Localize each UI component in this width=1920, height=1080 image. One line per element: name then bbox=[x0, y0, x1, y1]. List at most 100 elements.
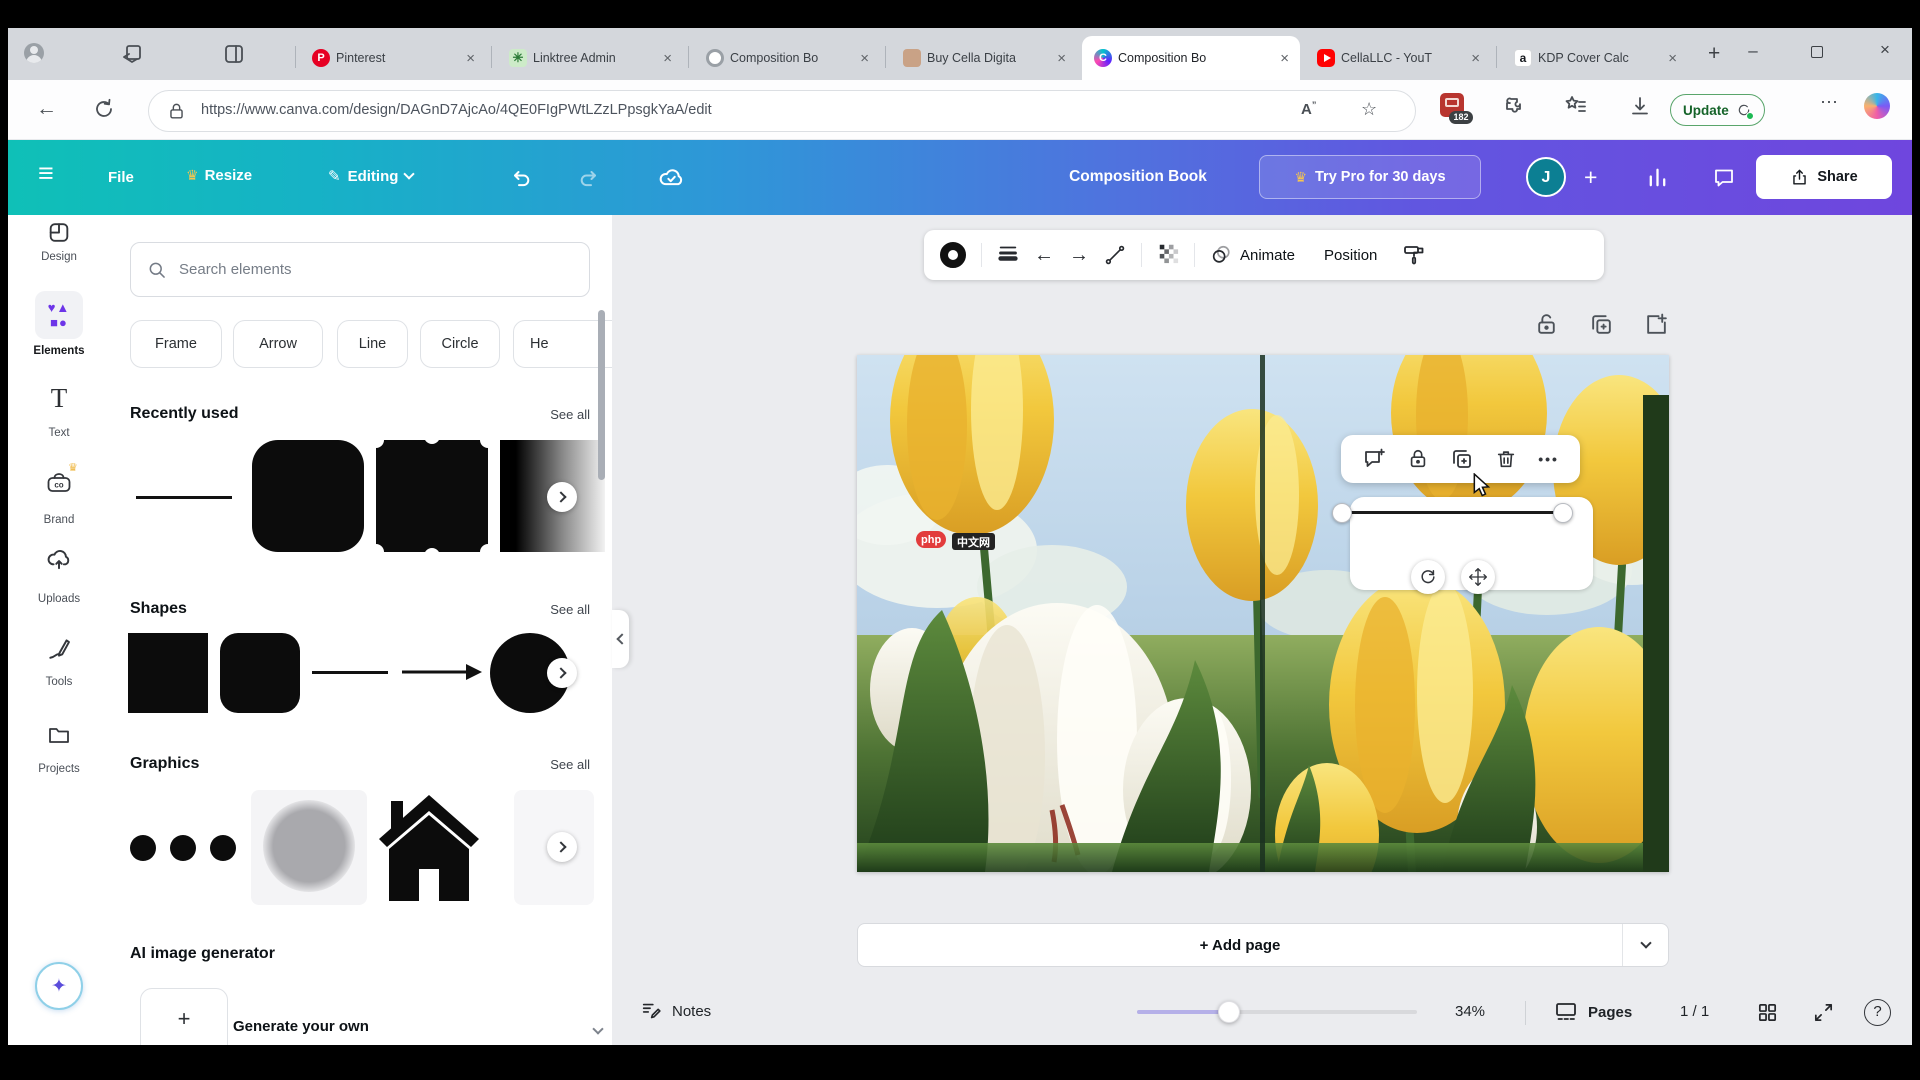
shape-square[interactable] bbox=[128, 633, 208, 713]
color-swatch-icon[interactable] bbox=[940, 242, 966, 268]
tab-close-icon[interactable]: × bbox=[857, 51, 872, 66]
more-options-icon[interactable]: ••• bbox=[1538, 451, 1559, 467]
rotate-handle[interactable] bbox=[1411, 560, 1445, 594]
see-all-link[interactable]: See all bbox=[550, 757, 590, 772]
new-tab-icon[interactable]: + bbox=[1708, 42, 1720, 66]
zoom-slider-thumb[interactable] bbox=[1218, 1001, 1240, 1023]
refresh-icon[interactable] bbox=[92, 97, 116, 121]
insights-chart-icon[interactable] bbox=[1646, 166, 1669, 189]
tab-close-icon[interactable]: × bbox=[463, 51, 478, 66]
unlock-icon[interactable] bbox=[1534, 312, 1559, 337]
url-field[interactable]: https://www.canva.com/design/DAGnD7AjcAo… bbox=[148, 90, 1416, 132]
lock-icon[interactable] bbox=[1407, 447, 1429, 471]
thumb-line-element[interactable] bbox=[130, 440, 240, 552]
chip-frame[interactable]: Frame bbox=[130, 320, 222, 368]
shape-line[interactable] bbox=[312, 671, 388, 674]
arrow-start-icon[interactable]: ← bbox=[1034, 244, 1054, 267]
redo-icon[interactable] bbox=[576, 166, 600, 190]
transparency-icon[interactable] bbox=[1157, 242, 1179, 269]
minimize-window-icon[interactable]: – bbox=[1738, 41, 1768, 61]
browser-menu-icon[interactable]: ⋯ bbox=[1820, 92, 1838, 113]
line-weight-icon[interactable] bbox=[997, 242, 1019, 269]
tab-buy-cella[interactable]: Buy Cella Digita × bbox=[891, 36, 1077, 80]
undo-icon[interactable] bbox=[510, 166, 534, 190]
grid-view-icon[interactable] bbox=[1756, 1001, 1779, 1024]
tab-close-icon[interactable]: × bbox=[1665, 51, 1680, 66]
arrow-end-icon[interactable]: → bbox=[1069, 244, 1089, 267]
line-style-icon[interactable] bbox=[1104, 244, 1126, 266]
design-title[interactable]: Composition Book bbox=[1028, 168, 1248, 186]
try-pro-button[interactable]: ♛ Try Pro for 30 days bbox=[1259, 155, 1481, 199]
add-member-icon[interactable]: + bbox=[1584, 164, 1597, 191]
chip-arrow[interactable]: Arrow bbox=[233, 320, 323, 368]
search-input[interactable]: Search elements bbox=[130, 242, 590, 297]
move-handle[interactable] bbox=[1461, 560, 1495, 594]
extensions-puzzle-icon[interactable] bbox=[1502, 94, 1526, 118]
file-menu[interactable]: File bbox=[108, 169, 134, 186]
account-avatar[interactable]: J bbox=[1526, 157, 1566, 197]
comments-icon[interactable] bbox=[1712, 166, 1736, 190]
tab-close-icon[interactable]: × bbox=[1468, 51, 1483, 66]
line-endpoint-handle-right[interactable] bbox=[1553, 503, 1573, 523]
chip-circle[interactable]: Circle bbox=[420, 320, 500, 368]
chip-line[interactable]: Line bbox=[337, 320, 408, 368]
duplicate-page-icon[interactable] bbox=[1589, 312, 1614, 337]
row-next-icon[interactable] bbox=[547, 482, 577, 512]
pages-button[interactable]: Pages bbox=[1554, 1000, 1632, 1024]
copilot-icon[interactable] bbox=[1864, 93, 1890, 119]
comment-plus-icon[interactable] bbox=[1362, 447, 1386, 471]
restore-window-icon[interactable] bbox=[1811, 46, 1823, 58]
help-icon[interactable]: ? bbox=[1864, 999, 1891, 1026]
animate-button[interactable]: Animate bbox=[1210, 244, 1295, 266]
profile-avatar-icon[interactable] bbox=[24, 43, 44, 63]
fullscreen-icon[interactable] bbox=[1812, 1001, 1835, 1024]
selected-line-element[interactable] bbox=[1344, 511, 1561, 514]
workspaces-icon[interactable] bbox=[120, 42, 144, 66]
add-page-button[interactable]: + Add page bbox=[857, 923, 1669, 967]
row-next-icon[interactable] bbox=[547, 832, 577, 862]
copy-style-roller-icon[interactable] bbox=[1402, 243, 1426, 267]
tab-composition-inactive[interactable]: Composition Bo × bbox=[694, 36, 880, 80]
read-aloud-icon[interactable]: A” bbox=[1301, 100, 1316, 118]
favorites-hub-icon[interactable] bbox=[1564, 94, 1588, 118]
collapse-panel-handle[interactable] bbox=[612, 610, 629, 668]
tab-pinterest[interactable]: P Pinterest × bbox=[300, 36, 486, 80]
design-page[interactable]: php 中文网 bbox=[857, 355, 1669, 872]
thumb-rounded-square[interactable] bbox=[252, 440, 364, 552]
notes-button[interactable]: Notes bbox=[640, 1000, 711, 1022]
trash-icon[interactable] bbox=[1495, 447, 1517, 471]
tab-close-icon[interactable]: × bbox=[660, 51, 675, 66]
line-endpoint-handle-left[interactable] bbox=[1332, 503, 1352, 523]
panel-scrollbar[interactable] bbox=[598, 310, 605, 480]
back-icon[interactable]: ← bbox=[36, 97, 57, 121]
tab-close-icon[interactable]: × bbox=[1054, 51, 1069, 66]
update-browser-button[interactable]: Update bbox=[1670, 94, 1765, 126]
tab-composition-active[interactable]: C Composition Bo × bbox=[1082, 36, 1300, 80]
duplicate-icon[interactable] bbox=[1450, 447, 1474, 471]
graphic-blur-circle[interactable] bbox=[251, 790, 367, 905]
add-page-dropdown[interactable] bbox=[1622, 924, 1668, 966]
generate-your-own-label[interactable]: Generate your own bbox=[233, 1018, 369, 1035]
position-button[interactable]: Position bbox=[1324, 247, 1377, 264]
share-button[interactable]: Share bbox=[1756, 155, 1892, 199]
tab-linktree[interactable]: ✳ Linktree Admin × bbox=[497, 36, 683, 80]
thumb-notched-square[interactable] bbox=[376, 440, 488, 552]
hamburger-menu-icon[interactable]: ≡ bbox=[38, 160, 54, 187]
close-window-icon[interactable]: × bbox=[1870, 40, 1900, 60]
resize-menu[interactable]: ♛ Resize bbox=[186, 167, 252, 184]
shape-arrow[interactable] bbox=[400, 661, 482, 688]
row-next-icon[interactable] bbox=[547, 658, 577, 688]
graphic-three-dots[interactable] bbox=[128, 790, 242, 905]
generate-plus-button[interactable]: + bbox=[140, 988, 228, 1045]
tab-cellallc-youtube[interactable]: CellaLLC - YouT × bbox=[1305, 36, 1491, 80]
tab-kdp-cover-calc[interactable]: a KDP Cover Calc × bbox=[1502, 36, 1688, 80]
zoom-slider-track[interactable] bbox=[1137, 1010, 1417, 1014]
tab-actions-icon[interactable] bbox=[222, 42, 246, 66]
see-all-link[interactable]: See all bbox=[550, 602, 590, 617]
editing-mode-dropdown[interactable]: ✎ Editing bbox=[328, 167, 413, 185]
add-page-icon[interactable] bbox=[1644, 312, 1669, 337]
tab-close-icon[interactable]: × bbox=[1277, 51, 1292, 66]
scroll-down-icon[interactable] bbox=[594, 1020, 602, 1038]
favorite-star-icon[interactable]: ☆ bbox=[1361, 99, 1377, 120]
shape-rounded-square[interactable] bbox=[220, 633, 300, 713]
